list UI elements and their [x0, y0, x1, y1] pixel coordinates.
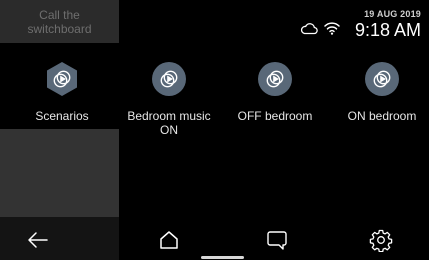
call-switchboard-label-line1: Call the	[39, 7, 80, 22]
time-text: 9:18 AM	[354, 20, 421, 40]
scenario-tile[interactable]: OFF bedroom	[230, 60, 320, 123]
call-switchboard-button[interactable]: Call the switchboard	[0, 0, 119, 43]
play-scenario-icon	[47, 62, 77, 96]
status-icons	[300, 21, 340, 35]
sidebar-lower-panel	[0, 129, 119, 217]
scenario-tile[interactable]: Bedroom music ON	[124, 60, 214, 137]
date-text: 19 AUG 2019	[364, 9, 421, 19]
home-icon[interactable]	[157, 228, 181, 252]
chat-icon[interactable]	[265, 228, 289, 252]
wifi-icon	[324, 22, 340, 35]
scenario-tile[interactable]: ON bedroom	[337, 60, 427, 123]
back-arrow-icon[interactable]	[26, 228, 50, 252]
scenario-label: Scenarios	[35, 109, 89, 123]
screen: Call the switchboard 19 AUG 2019 9:18 AM…	[0, 0, 429, 260]
call-switchboard-label-line2: switchboard	[27, 21, 92, 36]
scenario-tile[interactable]: Scenarios	[17, 60, 107, 123]
play-scenario-icon	[258, 62, 292, 96]
play-scenario-icon	[365, 62, 399, 96]
cloud-icon	[300, 23, 318, 35]
settings-icon[interactable]	[369, 228, 393, 252]
scenario-label: ON bedroom	[347, 109, 417, 123]
play-scenario-icon	[152, 62, 186, 96]
scenario-label: Bedroom music ON	[127, 109, 211, 137]
date-time: 19 AUG 2019 9:18 AM	[355, 9, 421, 40]
scenario-label: OFF bedroom	[237, 109, 313, 123]
home-indicator[interactable]	[201, 256, 244, 259]
sidebar: Call the switchboard	[0, 0, 119, 260]
sidebar-bottom-bar	[0, 217, 119, 260]
